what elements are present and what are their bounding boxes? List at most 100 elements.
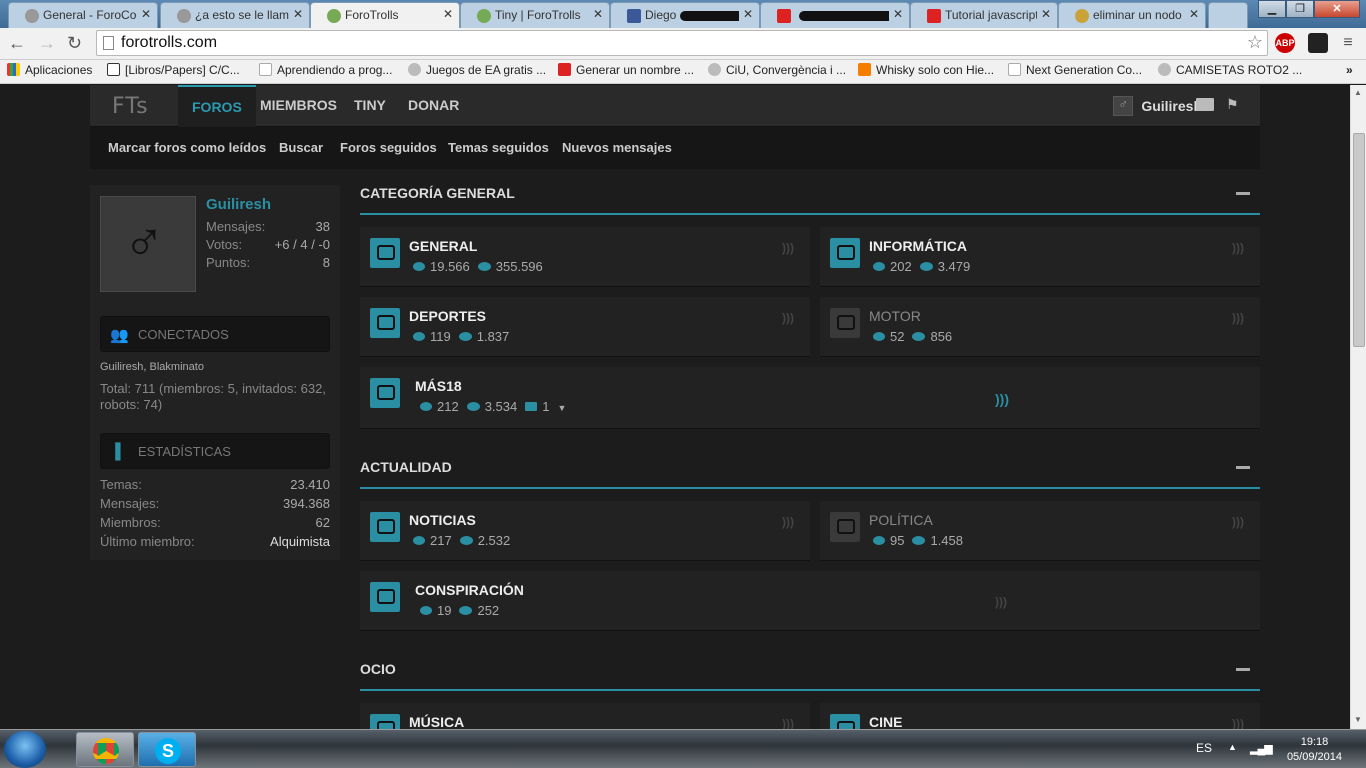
forum-name[interactable]: CINE	[869, 714, 902, 729]
forum-node-motor[interactable]: MOTOR 52 856 )))	[820, 297, 1260, 357]
sidebar-username[interactable]: Guiliresh	[206, 196, 271, 213]
adblock-plus-icon[interactable]: ABP	[1275, 33, 1295, 53]
browser-tab[interactable]: ✕	[760, 2, 910, 28]
forum-node-noticias[interactable]: NOTICIAS 217 2.532 )))	[360, 501, 810, 561]
scrollbar[interactable]: ▲ ▼	[1350, 85, 1366, 729]
bookmark-item[interactable]: Aprendiendo a prog...	[259, 63, 392, 77]
close-icon[interactable]: ✕	[743, 7, 753, 21]
close-icon[interactable]: ✕	[443, 7, 453, 21]
watched-threads-link[interactable]: Temas seguidos	[448, 140, 549, 155]
forum-node-conspiracion[interactable]: CONSPIRACIÓN 19 252 )))	[360, 571, 1260, 631]
forum-node-politica[interactable]: POLÍTICA 95 1.458 )))	[820, 501, 1260, 561]
rss-icon[interactable]: )))	[782, 241, 794, 255]
close-icon[interactable]: ✕	[1189, 7, 1199, 21]
flag-icon[interactable]: ⚑	[1226, 97, 1242, 111]
taskbar-skype[interactable]: S	[138, 732, 196, 767]
bookmark-item[interactable]: Generar un nombre ...	[558, 63, 694, 77]
browser-tab[interactable]: Diego ✕	[610, 2, 760, 28]
close-icon[interactable]: ✕	[593, 7, 603, 21]
nav-tiny[interactable]: TINY	[354, 97, 386, 113]
watched-forums-link[interactable]: Foros seguidos	[340, 140, 437, 155]
tray-arrow-icon[interactable]: ▲	[1228, 742, 1237, 752]
close-icon[interactable]: ✕	[1041, 7, 1051, 21]
bookmark-apps[interactable]: Aplicaciones	[7, 63, 92, 77]
forum-node-cine[interactable]: CINE )))	[820, 703, 1260, 729]
nav-miembros[interactable]: MIEMBROS	[260, 97, 337, 113]
minimize-icon[interactable]: ▁	[1258, 0, 1286, 18]
browser-tab[interactable]: ¿a esto se le llama ✕	[160, 2, 310, 28]
forum-node-deportes[interactable]: DEPORTES 119 1.837 )))	[360, 297, 810, 357]
extension-icon[interactable]	[1308, 33, 1328, 53]
rss-icon[interactable]: )))	[782, 311, 794, 325]
chevron-down-icon[interactable]: ▼	[557, 403, 566, 413]
scroll-down-icon[interactable]: ▼	[1354, 715, 1362, 724]
back-arrow-icon[interactable]: ←	[8, 33, 26, 54]
forum-node-musica[interactable]: MÚSICA )))	[360, 703, 810, 729]
category-title[interactable]: ACTUALIDAD	[360, 459, 452, 475]
more-bookmarks-icon[interactable]: »	[1346, 63, 1353, 77]
online-users[interactable]: Guiliresh, Blakminato	[100, 361, 204, 373]
latest-member-link[interactable]: Alquimista	[270, 534, 330, 549]
forum-name[interactable]: NOTICIAS	[409, 512, 476, 528]
rss-icon[interactable]: )))	[782, 717, 794, 729]
collapse-icon[interactable]	[1236, 192, 1250, 195]
avatar[interactable]: ♂	[100, 196, 196, 292]
collapse-icon[interactable]	[1236, 668, 1250, 671]
restore-icon[interactable]: ❐	[1286, 0, 1314, 18]
new-posts-link[interactable]: Nuevos mensajes	[562, 140, 672, 155]
forum-name[interactable]: MÚSICA	[409, 714, 464, 729]
address-bar[interactable]: forotrolls.com ☆	[96, 30, 1268, 56]
scroll-up-icon[interactable]: ▲	[1354, 88, 1362, 97]
rss-icon[interactable]: )))	[782, 515, 794, 529]
rss-icon[interactable]: )))	[995, 391, 1009, 407]
scrollbar-thumb[interactable]	[1353, 133, 1365, 347]
signal-icon[interactable]: ▂▄▆	[1250, 742, 1273, 755]
bookmark-item[interactable]: Next Generation Co...	[1008, 63, 1142, 77]
reload-icon[interactable]: ↻	[67, 33, 82, 54]
rss-icon[interactable]: )))	[1232, 515, 1244, 529]
forum-name[interactable]: MOTOR	[869, 308, 921, 324]
forum-name[interactable]: INFORMÁTICA	[869, 238, 967, 254]
menu-icon[interactable]: ≡	[1338, 33, 1358, 53]
forum-name[interactable]: MÁS18	[415, 378, 462, 394]
site-logo[interactable]: FTs	[112, 94, 149, 119]
forum-node-mas18[interactable]: MÁS18 212 3.534 1 ▼ )))	[360, 367, 1260, 429]
close-icon[interactable]: ✕	[293, 7, 303, 21]
close-window-icon[interactable]: ✕	[1314, 0, 1360, 18]
category-title[interactable]: CATEGORÍA GENERAL	[360, 185, 515, 201]
search-link[interactable]: Buscar	[279, 140, 323, 155]
mark-read-link[interactable]: Marcar foros como leídos	[108, 140, 266, 155]
forum-name[interactable]: POLÍTICA	[869, 512, 933, 528]
bookmark-item[interactable]: CiU, Convergència i ...	[708, 63, 846, 77]
forward-arrow-icon[interactable]: →	[38, 33, 56, 54]
browser-tab[interactable]: General - ForoCoc ✕	[8, 2, 158, 28]
nav-donar[interactable]: DONAR	[408, 97, 459, 113]
rss-icon[interactable]: )))	[1232, 311, 1244, 325]
language-indicator[interactable]: ES	[1196, 741, 1212, 755]
forum-name[interactable]: CONSPIRACIÓN	[415, 582, 524, 598]
close-icon[interactable]: ✕	[141, 7, 151, 21]
new-tab-button[interactable]	[1208, 2, 1248, 28]
browser-tab[interactable]: eliminar un nodo ✕	[1058, 2, 1206, 28]
forum-node-informatica[interactable]: INFORMÁTICA 202 3.479 )))	[820, 227, 1260, 287]
rss-icon[interactable]: )))	[1232, 717, 1244, 729]
bookmark-item[interactable]: Juegos de EA gratis ...	[408, 63, 546, 77]
mail-icon[interactable]	[1196, 98, 1214, 111]
forum-name[interactable]: GENERAL	[409, 238, 477, 254]
rss-icon[interactable]: )))	[995, 595, 1007, 609]
bookmark-item[interactable]: [Libros/Papers] C/C...	[107, 63, 240, 77]
forum-node-general[interactable]: GENERAL 19.566 355.596 )))	[360, 227, 810, 287]
category-title[interactable]: OCIO	[360, 661, 396, 677]
taskbar-chrome[interactable]	[76, 732, 134, 767]
user-menu[interactable]: Guiliresh	[1113, 93, 1202, 119]
collapse-icon[interactable]	[1236, 466, 1250, 469]
bookmark-item[interactable]: Whisky solo con Hie...	[858, 63, 994, 77]
rss-icon[interactable]: )))	[1232, 241, 1244, 255]
bookmark-item[interactable]: CAMISETAS ROTO2 ...	[1158, 63, 1302, 77]
browser-tab[interactable]: Tutorial javascript ✕	[910, 2, 1058, 28]
nav-foros[interactable]: FOROS	[178, 85, 256, 127]
browser-tab[interactable]: Tiny | ForoTrolls ✕	[460, 2, 610, 28]
clock[interactable]: 19:18 05/09/2014	[1287, 735, 1342, 765]
close-icon[interactable]: ✕	[893, 7, 903, 21]
start-button[interactable]	[4, 731, 46, 768]
